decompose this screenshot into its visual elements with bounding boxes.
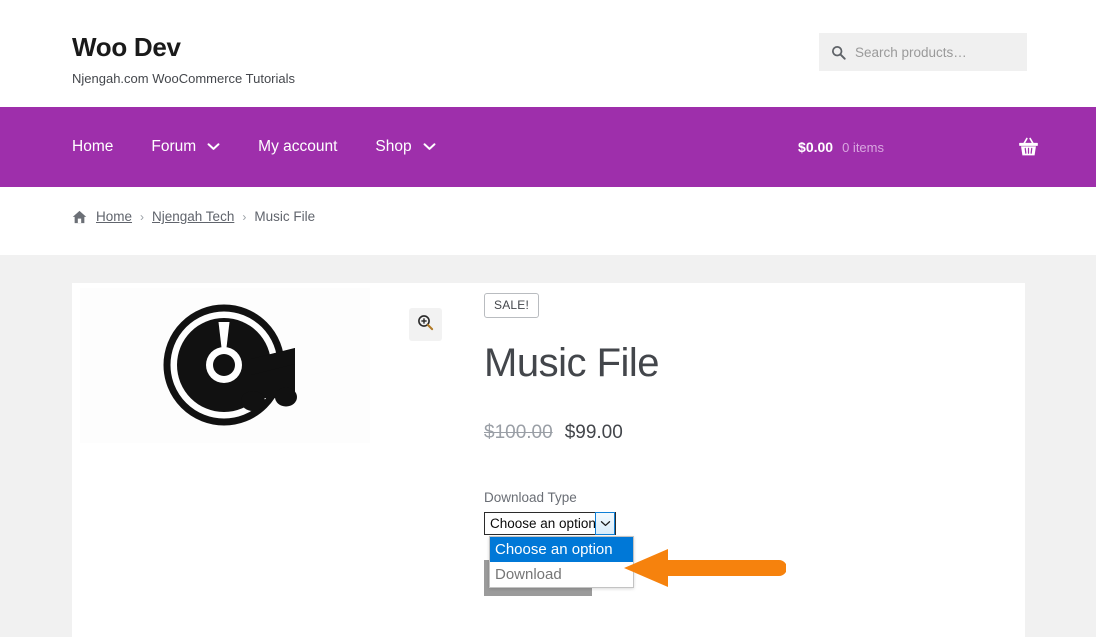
nav-item-home[interactable]: Home xyxy=(72,138,113,156)
search-icon xyxy=(831,45,846,60)
breadcrumb-current-page: Music File xyxy=(254,209,316,224)
nav-item-my-account[interactable]: My account xyxy=(258,138,337,156)
search-input[interactable] xyxy=(855,44,1015,60)
site-branding[interactable]: Woo Dev Njengah.com WooCommerce Tutorial… xyxy=(72,33,295,86)
site-header: Woo Dev Njengah.com WooCommerce Tutorial… xyxy=(0,0,1096,107)
site-tagline: Njengah.com WooCommerce Tutorials xyxy=(72,70,296,86)
cart-summary[interactable]: $0.00 0 items xyxy=(798,107,1039,187)
product-image-music-cd[interactable] xyxy=(158,304,306,426)
status-badge-sale: SALE! xyxy=(484,293,540,318)
nav-item-label: My account xyxy=(258,138,338,155)
magnifier-plus-icon xyxy=(417,314,434,336)
page-title: Music File xyxy=(484,341,660,385)
cart-total: $0.00 xyxy=(798,139,834,155)
product-search-box[interactable] xyxy=(819,33,1027,71)
nav-item-label: Home xyxy=(72,138,114,155)
product-summary: SALE! Music File $100.00 $99.00 Download… xyxy=(484,293,1004,596)
chevron-down-icon xyxy=(207,143,220,151)
dropdown-option-download[interactable]: Download xyxy=(490,562,633,587)
site-title: Woo Dev xyxy=(72,32,181,62)
price-original: $100.00 xyxy=(484,422,553,443)
chevron-down-icon xyxy=(423,143,436,151)
price-row: $100.00 $99.00 xyxy=(484,422,1004,444)
breadcrumb-link-njengah-tech[interactable]: Njengah Tech xyxy=(152,209,234,224)
price-sale: $99.00 xyxy=(564,422,623,443)
page-root: Woo Dev Njengah.com WooCommerce Tutorial… xyxy=(0,0,1096,637)
select-selected-value: Choose an option xyxy=(490,516,596,531)
dropdown-options-list[interactable]: Choose an option Download xyxy=(489,536,634,588)
nav-item-shop[interactable]: Shop xyxy=(375,138,436,156)
image-zoom-button[interactable] xyxy=(409,308,442,341)
cart-item-count: 0 items xyxy=(842,139,884,155)
breadcrumb-bar: Home › Njengah Tech › Music File xyxy=(0,187,1096,255)
variations-form: Download Type Choose an option Choose an… xyxy=(484,490,1004,596)
breadcrumb: Home › Njengah Tech › Music File xyxy=(72,209,315,224)
nav-links: Home Forum My account Shop xyxy=(72,107,436,187)
shopping-basket-icon[interactable] xyxy=(1018,137,1039,157)
product-gallery[interactable] xyxy=(80,288,442,443)
chevron-down-icon[interactable] xyxy=(595,512,615,535)
nav-item-label: Forum xyxy=(151,138,197,155)
product-card: SALE! Music File $100.00 $99.00 Download… xyxy=(72,283,1025,637)
home-icon xyxy=(72,210,87,224)
nav-item-label: Shop xyxy=(375,138,412,155)
variation-label-download-type: Download Type xyxy=(484,490,577,505)
download-type-dropdown[interactable]: Choose an option Choose an option Downlo… xyxy=(484,512,634,596)
breadcrumb-link-home[interactable]: Home xyxy=(96,209,132,224)
breadcrumb-separator: › xyxy=(242,209,247,224)
dropdown-option-choose-an-option[interactable]: Choose an option xyxy=(490,537,633,562)
breadcrumb-separator: › xyxy=(140,209,145,224)
select-control[interactable]: Choose an option xyxy=(484,512,616,535)
nav-item-forum[interactable]: Forum xyxy=(151,138,220,156)
primary-navigation: Home Forum My account Shop $0.00 0 items xyxy=(0,107,1096,187)
